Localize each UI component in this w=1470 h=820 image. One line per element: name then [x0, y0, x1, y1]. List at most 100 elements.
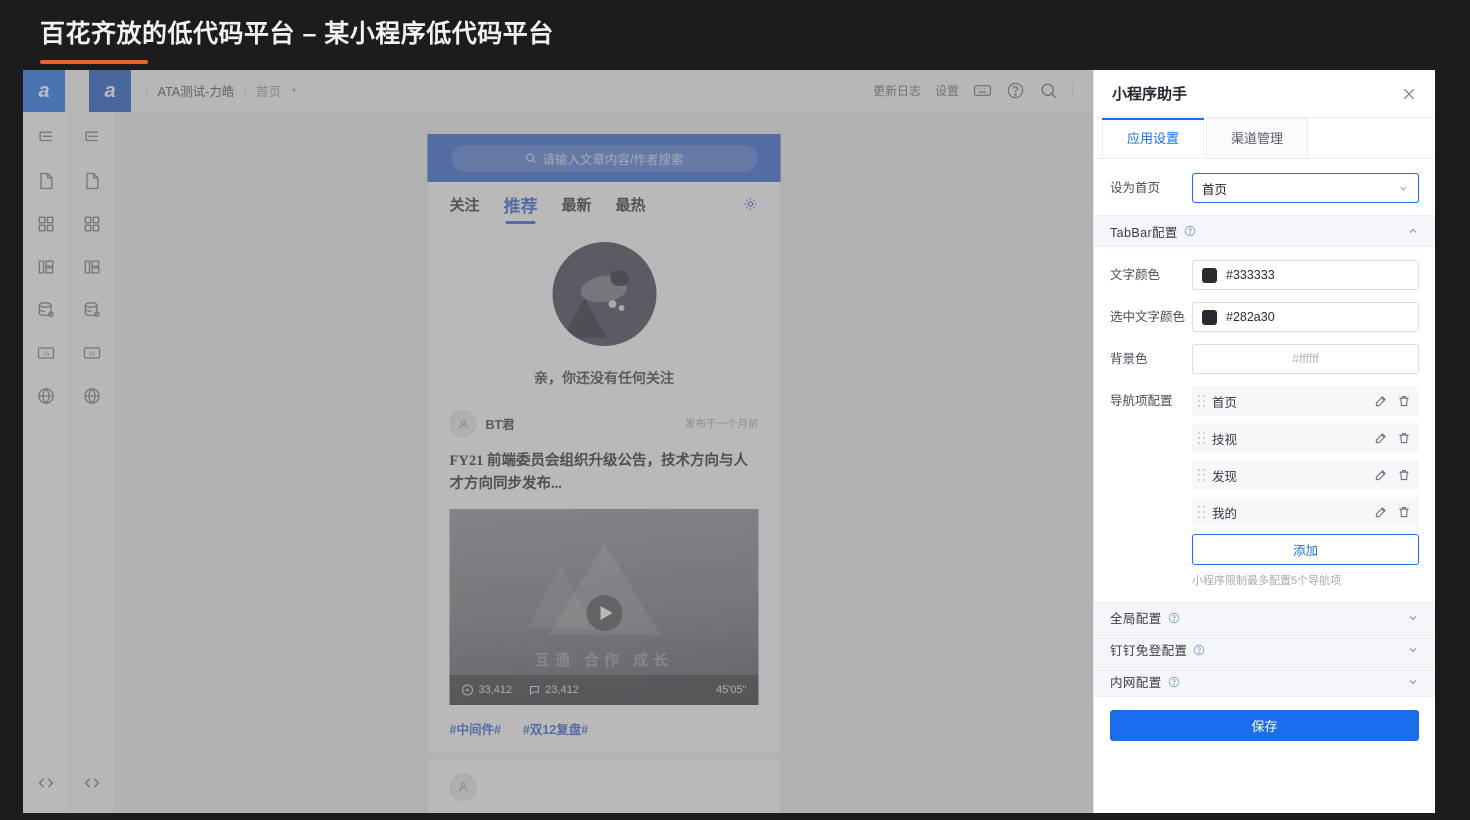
js-icon[interactable]: JS	[82, 343, 102, 363]
home-page-value: 首页	[1202, 182, 1228, 197]
chevron-down-icon[interactable]	[1407, 676, 1419, 688]
drag-handle-icon[interactable]	[1198, 431, 1205, 445]
article-title[interactable]: FY21 前端委员会组织升级公告，技术方向与人才方向同步发布...	[450, 450, 759, 496]
tab-zuixin[interactable]: 最新	[562, 194, 592, 215]
app-logo-primary[interactable]: a	[23, 70, 65, 112]
user-icon	[458, 419, 468, 428]
help-icon[interactable]	[1168, 612, 1180, 624]
delete-icon[interactable]	[1397, 468, 1411, 482]
play-count: 33,412	[462, 684, 512, 696]
globe-icon[interactable]	[82, 386, 102, 406]
settings-button[interactable]: 设置	[935, 82, 959, 99]
avatar	[449, 410, 477, 437]
edit-icon[interactable]	[1374, 431, 1388, 445]
phone-preview: 请输入文章内容/作者搜索 关注 推荐 最新 最热 亲，你还没有任何关注 BT君 …	[426, 134, 782, 813]
help-icon[interactable]	[1193, 644, 1205, 656]
list-item[interactable]: 首页	[1192, 386, 1419, 416]
breadcrumb-item-page[interactable]: 首页	[256, 81, 281, 100]
edit-icon[interactable]	[1374, 505, 1388, 519]
tab-tuijian[interactable]: 推荐	[504, 192, 538, 224]
color-swatch[interactable]	[1202, 309, 1217, 325]
tag-item[interactable]: #中间件#	[450, 719, 501, 738]
layout-columns-icon[interactable]	[36, 257, 56, 277]
tabbar-section-title: TabBar配置	[1110, 225, 1178, 240]
drag-handle-icon[interactable]	[1198, 394, 1205, 408]
play-icon[interactable]	[586, 594, 622, 631]
list-item[interactable]: 我的	[1192, 497, 1419, 527]
tag-item[interactable]: #双12复盘#	[523, 719, 588, 738]
slide-header: 百花齐放的低代码平台 – 某小程序低代码平台	[40, 14, 554, 64]
comment-count: 23,412	[528, 684, 579, 696]
nav-items-label: 导航项配置	[1110, 394, 1173, 408]
search-input[interactable]: 请输入文章内容/作者搜索	[451, 144, 757, 172]
drag-handle-icon[interactable]	[1198, 505, 1205, 519]
section-dingtalk-sso-config[interactable]: 钉钉免登配置	[1094, 634, 1435, 665]
logo-glyph-secondary: a	[104, 79, 116, 102]
chevron-down-icon[interactable]	[1407, 612, 1419, 624]
video-duration: 45'05"	[716, 683, 747, 696]
chevron-up-icon[interactable]	[1407, 225, 1419, 237]
tree-list-icon[interactable]	[36, 128, 56, 148]
panel-tabs: 应用设置 渠道管理	[1094, 118, 1435, 159]
list-item[interactable]: 技视	[1192, 423, 1419, 453]
chevron-down-icon[interactable]: ▾	[292, 86, 296, 95]
save-button[interactable]: 保存	[1110, 710, 1419, 741]
delete-icon[interactable]	[1397, 431, 1411, 445]
tabbar-section-header[interactable]: TabBar配置	[1094, 215, 1435, 247]
keyboard-icon[interactable]	[973, 81, 992, 100]
database-icon[interactable]	[36, 300, 56, 320]
section-intranet-config[interactable]: 内网配置	[1094, 666, 1435, 697]
article-card[interactable]: BT君 发布于一个月前 FY21 前端委员会组织升级公告，技术方向与人才方向同步…	[428, 410, 781, 738]
sidebar-rail-secondary: JS	[69, 112, 115, 813]
panel-title: 小程序助手	[1112, 86, 1188, 103]
search-icon[interactable]	[1039, 81, 1058, 100]
grid-icon[interactable]	[82, 214, 102, 234]
delete-icon[interactable]	[1397, 505, 1411, 519]
breadcrumb-item-project[interactable]: ATA测试-力皓	[158, 81, 235, 100]
changelog-button[interactable]: 更新日志	[873, 82, 921, 99]
search-icon	[525, 153, 536, 163]
tab-channel-management[interactable]: 渠道管理	[1206, 118, 1309, 158]
database-icon[interactable]	[82, 300, 102, 320]
edit-icon[interactable]	[1374, 394, 1388, 408]
grid-icon[interactable]	[36, 214, 56, 234]
tab-zuire[interactable]: 最热	[616, 194, 646, 215]
section-title: 全局配置	[1110, 612, 1162, 626]
drag-handle-icon[interactable]	[1198, 468, 1205, 482]
illustration-dot	[608, 300, 616, 308]
gear-icon[interactable]	[743, 196, 759, 212]
code-icon[interactable]	[82, 773, 102, 793]
slide-root: 百花齐放的低代码平台 – 某小程序低代码平台 a a › ATA测试-力皓 › …	[0, 0, 1470, 820]
code-icon[interactable]	[36, 773, 56, 793]
delete-icon[interactable]	[1397, 394, 1411, 408]
globe-icon[interactable]	[36, 386, 56, 406]
background-color-value: #ffffff	[1292, 352, 1319, 366]
nav-items-hint: 小程序限制最多配置5个导航项	[1192, 575, 1342, 587]
article-header: BT君 发布于一个月前	[449, 410, 759, 437]
page-icon[interactable]	[82, 171, 102, 191]
layout-columns-icon[interactable]	[82, 257, 102, 277]
active-text-color-input[interactable]: #282a30	[1192, 302, 1419, 332]
nav-item-label: 首页	[1212, 395, 1238, 410]
app-logo-secondary[interactable]: a	[89, 70, 131, 112]
add-nav-item-button[interactable]: 添加	[1192, 534, 1419, 565]
js-icon[interactable]: JS	[36, 343, 56, 363]
tab-app-settings[interactable]: 应用设置	[1102, 118, 1205, 158]
help-icon[interactable]	[1006, 81, 1025, 100]
list-item[interactable]: 发现	[1192, 460, 1419, 490]
edit-icon[interactable]	[1374, 468, 1388, 482]
close-icon[interactable]	[1401, 86, 1417, 102]
text-color-input[interactable]: #333333	[1192, 260, 1419, 290]
page-icon[interactable]	[36, 171, 56, 191]
chevron-down-icon[interactable]	[1407, 644, 1419, 656]
section-global-config[interactable]: 全局配置	[1094, 602, 1435, 633]
help-icon[interactable]	[1184, 225, 1196, 237]
tree-list-icon[interactable]	[82, 128, 102, 148]
background-color-input[interactable]: #ffffff	[1192, 344, 1419, 374]
panel-footer: 保存	[1094, 698, 1435, 757]
color-swatch[interactable]	[1202, 267, 1217, 283]
help-icon[interactable]	[1168, 676, 1180, 688]
article-video[interactable]: 互通 合作 成长 33,412 23,412 45'05"	[449, 508, 759, 705]
home-page-select[interactable]: 首页	[1192, 173, 1419, 203]
tab-guanzhu[interactable]: 关注	[450, 194, 480, 215]
